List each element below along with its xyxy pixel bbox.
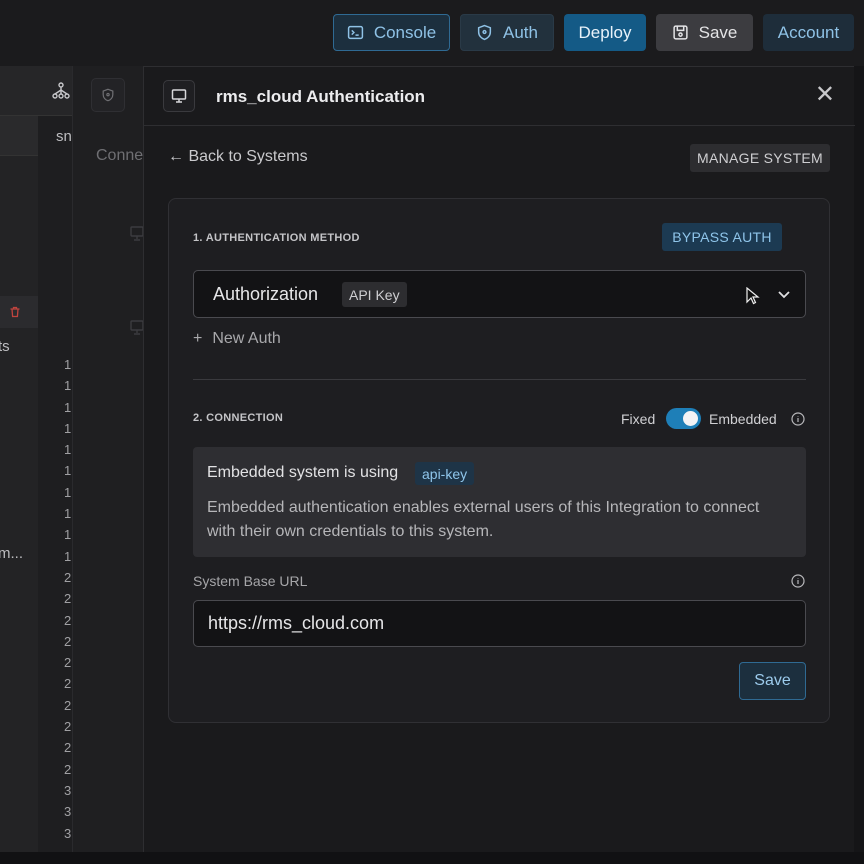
connections-panel-icon [91, 78, 125, 112]
background-text-fragment: ts [0, 338, 10, 355]
auth-method-select[interactable]: Authorization API Key [193, 270, 806, 318]
shield-icon [477, 24, 492, 41]
bypass-auth-button[interactable]: BYPASS AUTH [662, 223, 782, 251]
base-url-label: System Base URL [193, 573, 308, 589]
fixed-embedded-toggle[interactable] [666, 408, 701, 429]
section-divider [193, 379, 806, 380]
background-text-fragment: m... [0, 545, 23, 562]
deploy-button[interactable]: Deploy [564, 14, 646, 51]
connections-label-fragment: Conne [96, 147, 144, 164]
bottom-edge [0, 852, 864, 864]
close-icon[interactable]: ✕ [815, 83, 835, 107]
authentication-panel: rms_cloud Authentication ✕ ← Back to Sys… [143, 66, 855, 864]
plus-icon: + [193, 330, 203, 347]
floppy-disk-icon [673, 25, 688, 40]
auth-key-badge: api-key [415, 462, 475, 485]
embedded-option-label: Embedded [709, 411, 777, 427]
auth-method-selected-value: Authorization [213, 284, 319, 304]
save-top-label: Save [698, 22, 738, 42]
fixed-option-label: Fixed [621, 411, 656, 427]
trash-icon[interactable] [9, 306, 21, 318]
shield-icon [102, 88, 114, 102]
info-icon[interactable] [791, 574, 805, 588]
save-top-button[interactable]: Save [656, 14, 753, 51]
back-to-systems-link[interactable]: ← Back to Systems [168, 148, 308, 166]
embedded-info-description: Embedded authentication enables external… [207, 499, 760, 540]
save-button[interactable]: Save [739, 662, 806, 700]
monitor-icon [130, 226, 144, 241]
account-label: Account [777, 22, 840, 42]
new-auth-button[interactable]: + New Auth [193, 330, 281, 348]
info-icon[interactable] [791, 412, 805, 426]
terminal-icon [347, 25, 363, 40]
system-icon-box [163, 80, 195, 112]
embedded-info-title: Embedded system is using [207, 464, 399, 481]
base-url-input[interactable] [193, 600, 806, 647]
auth-settings-card: 1. AUTHENTICATION METHOD BYPASS AUTH Aut… [168, 198, 830, 723]
column-header-fragment: sn [56, 128, 72, 145]
console-button[interactable]: Console [333, 14, 450, 51]
auth-method-section-label: 1. AUTHENTICATION METHOD [193, 232, 360, 244]
monitor-icon [171, 89, 187, 103]
deploy-label: Deploy [578, 22, 632, 42]
hierarchy-icon [52, 82, 70, 99]
mouse-cursor-icon [746, 287, 760, 305]
panel-header: rms_cloud Authentication ✕ [144, 67, 855, 126]
new-auth-label: New Auth [212, 330, 281, 347]
background-column [0, 116, 38, 864]
embedded-info-box: Embedded system is using api-key Embedde… [193, 447, 806, 557]
panel-title: rms_cloud Authentication [216, 87, 426, 106]
account-button[interactable]: Account [763, 14, 854, 51]
connection-section-label: 2. CONNECTION [193, 412, 284, 424]
manage-system-button[interactable]: MANAGE SYSTEM [690, 144, 830, 172]
chevron-down-icon [778, 291, 790, 299]
connections-panel [72, 66, 144, 864]
auth-button[interactable]: Auth [460, 14, 554, 51]
monitor-icon [130, 320, 144, 335]
console-label: Console [373, 22, 437, 42]
auth-type-badge: API Key [342, 282, 407, 307]
toggle-knob [683, 411, 698, 426]
background-column-header [0, 116, 38, 156]
auth-label: Auth [503, 22, 538, 42]
